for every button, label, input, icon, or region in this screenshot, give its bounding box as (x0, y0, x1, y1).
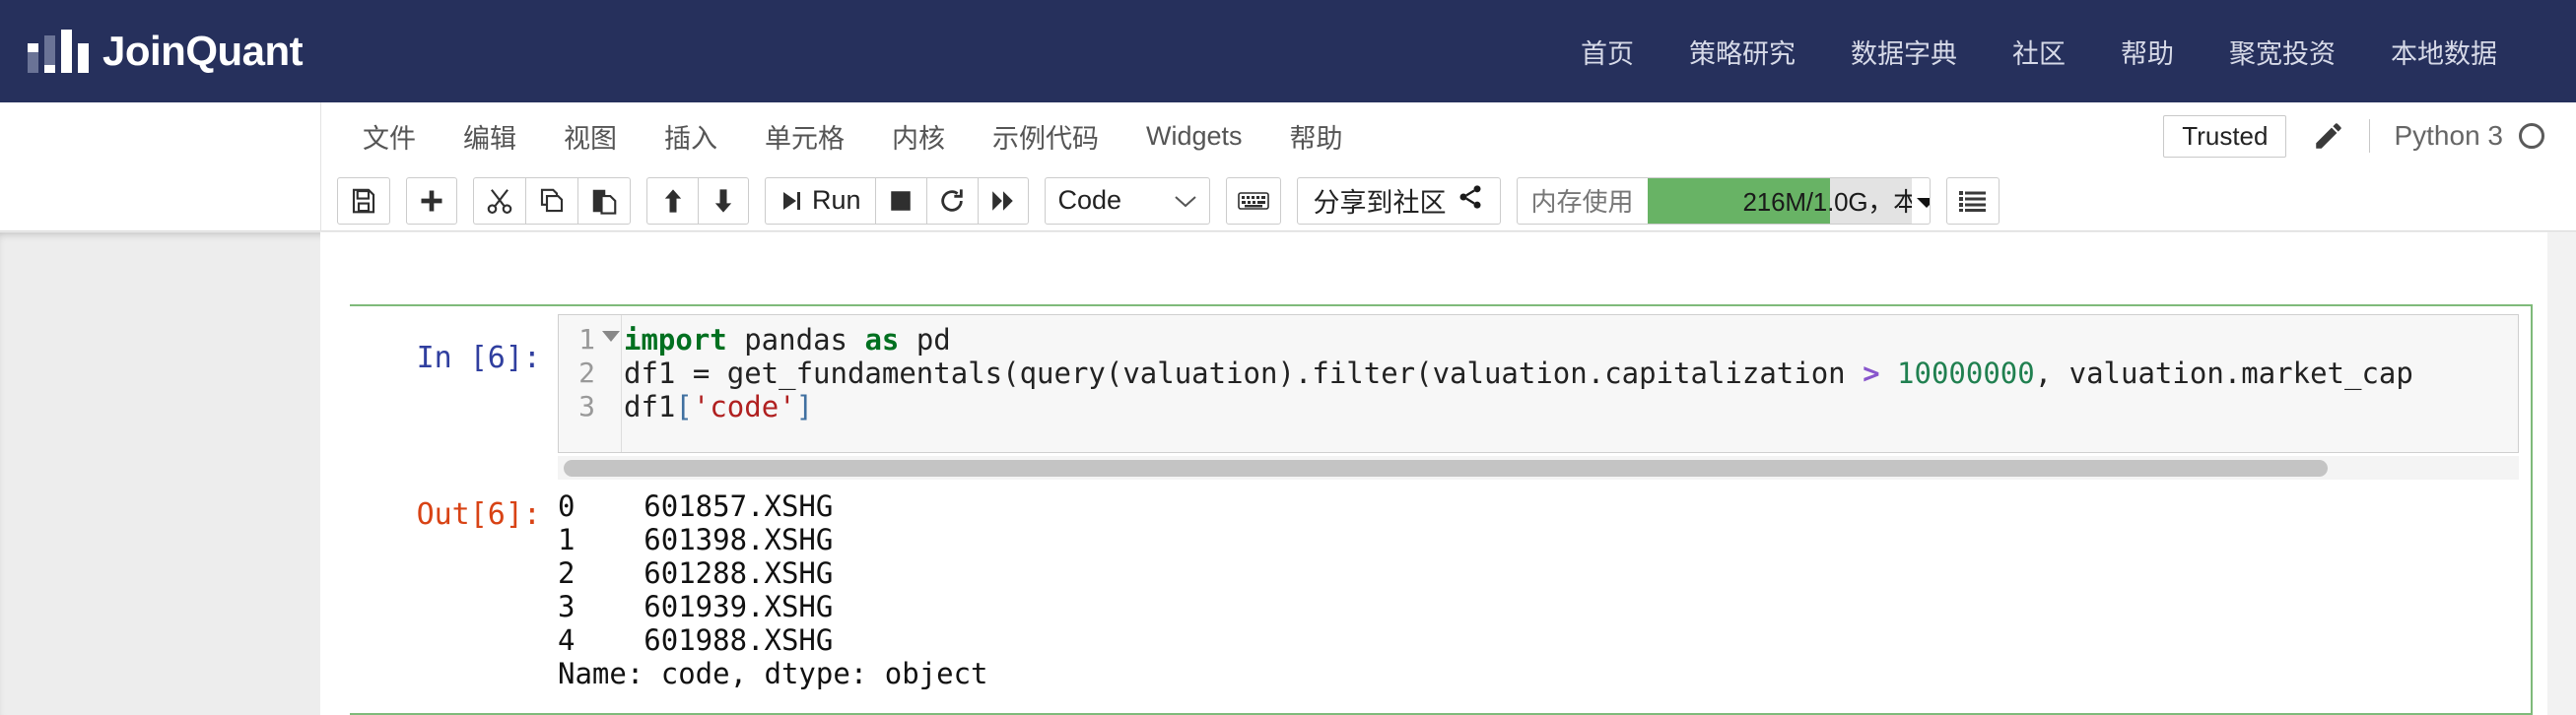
site-header: JoinQuant 首页 策略研究 数据字典 社区 帮助 聚宽投资 本地数据 (0, 0, 2576, 102)
move-cell-up-button[interactable] (646, 176, 698, 225)
line-number: 3 (578, 390, 595, 422)
nav-community[interactable]: 社区 (1985, 32, 2093, 71)
keyboard-icon[interactable] (1225, 176, 1281, 225)
run-button[interactable]: Run (765, 176, 875, 225)
keyboard-group (1225, 176, 1281, 225)
restart-kernel-button[interactable] (925, 176, 978, 225)
restart-run-all-button[interactable] (977, 176, 1029, 225)
menu-widgets[interactable]: Widgets (1122, 121, 1266, 152)
code-content: import pandas as pd df1 = get_fundamenta… (624, 323, 2413, 423)
pencil-icon[interactable] (2312, 119, 2345, 153)
line-number: 2 (578, 357, 595, 389)
chevron-down-icon (1174, 185, 1196, 216)
memory-usage-label: 内存使用 (1530, 187, 1634, 217)
cell-type-value: Code (1057, 185, 1122, 215)
save-group (337, 176, 390, 225)
insert-cell-button[interactable] (406, 176, 457, 225)
page-scrollbar[interactable] (2547, 232, 2576, 715)
interrupt-kernel-button[interactable] (874, 176, 926, 225)
bar-chart-logo-icon (28, 30, 89, 73)
menu-edit[interactable]: 编辑 (440, 117, 540, 156)
paste-button[interactable] (577, 176, 631, 225)
notebook-scroll-area: In [6]: 1 2 3 import pandas as pd df1 = … (0, 232, 2576, 715)
share-button-label: 分享到社区 (1313, 188, 1447, 218)
notebook-menubar-row: 文件 编辑 视图 插入 单元格 内核 示例代码 Widgets 帮助 Trust… (0, 102, 2576, 169)
save-button[interactable] (337, 176, 390, 225)
menubar-left-spacer (0, 102, 320, 169)
share-nodes-icon (1457, 183, 1484, 218)
cell-output: 0 601857.XSHG 1 601398.XSHG 2 601288.XSH… (558, 489, 988, 690)
line-number: 1 (578, 323, 595, 356)
nav-help[interactable]: 帮助 (2093, 32, 2202, 71)
trusted-badge[interactable]: Trusted (2163, 114, 2287, 158)
nav-strategy-research[interactable]: 策略研究 (1661, 32, 1823, 71)
menu-insert[interactable]: 插入 (641, 117, 741, 156)
clipboard-group (473, 176, 631, 225)
caret-down-icon[interactable] (1916, 185, 1930, 216)
notebook-page: In [6]: 1 2 3 import pandas as pd df1 = … (320, 232, 2547, 715)
insert-group (406, 176, 457, 225)
site-nav: 首页 策略研究 数据字典 社区 帮助 聚宽投资 本地数据 (1553, 32, 2576, 71)
nav-data-dictionary[interactable]: 数据字典 (1823, 32, 1985, 71)
menu-cell[interactable]: 单元格 (741, 117, 868, 156)
input-prompt: In [6]: (416, 341, 541, 375)
menu-file[interactable]: 文件 (339, 117, 440, 156)
menu-view[interactable]: 视图 (540, 117, 641, 156)
brand-logo[interactable]: JoinQuant (0, 28, 304, 74)
move-cell-down-button[interactable] (698, 176, 749, 225)
output-prompt: Out[6]: (416, 497, 541, 532)
menubar-status-area: Trusted Python 3 (2163, 102, 2544, 169)
code-fold-triangle-icon[interactable] (602, 331, 620, 342)
code-editor[interactable]: 1 2 3 import pandas as pd df1 = get_fund… (558, 314, 2519, 453)
cut-button[interactable] (473, 176, 525, 225)
share-to-community-button[interactable]: 分享到社区 (1296, 176, 1501, 225)
move-group (646, 176, 749, 225)
menu-help[interactable]: 帮助 (1266, 117, 1367, 156)
memory-usage-bar: 216M/1.0G，本篇185.08M (1647, 177, 1912, 224)
memory-usage-widget[interactable]: 内存使用 216M/1.0G，本篇185.08M (1516, 176, 1931, 225)
run-group: Run (765, 176, 1029, 225)
kernel-name-label: Python 3 (2394, 120, 2503, 151)
notebook-toolbar: Run Code 分享到社区 内存使用 216M/1.0G， (320, 169, 2000, 231)
cell-type-select[interactable]: Code (1044, 176, 1210, 225)
menu-kernel[interactable]: 内核 (868, 117, 969, 156)
nav-home[interactable]: 首页 (1553, 32, 1661, 71)
copy-button[interactable] (525, 176, 577, 225)
brand-name: JoinQuant (102, 28, 304, 74)
notebook-menubar: 文件 编辑 视图 插入 单元格 内核 示例代码 Widgets 帮助 (320, 102, 1367, 169)
nav-local-data[interactable]: 本地数据 (2363, 32, 2525, 71)
memory-usage-text: 216M/1.0G，本篇185.08M (1742, 187, 1912, 217)
code-horizontal-scrollbar[interactable] (558, 456, 2519, 480)
toc-group (1945, 176, 2000, 225)
table-of-contents-icon[interactable] (1945, 176, 2000, 225)
kernel-idle-circle-icon[interactable] (2519, 123, 2544, 149)
menu-sample-code[interactable]: 示例代码 (969, 117, 1122, 156)
menubar-divider (2369, 119, 2371, 153)
notebook-cell[interactable]: In [6]: 1 2 3 import pandas as pd df1 = … (350, 304, 2533, 715)
run-button-label: Run (812, 185, 861, 215)
nav-joinquant-invest[interactable]: 聚宽投资 (2202, 32, 2363, 71)
notebook-toolbar-row: Run Code 分享到社区 内存使用 216M/1.0G， (0, 169, 2576, 231)
code-scrollbar-thumb[interactable] (564, 460, 2328, 477)
